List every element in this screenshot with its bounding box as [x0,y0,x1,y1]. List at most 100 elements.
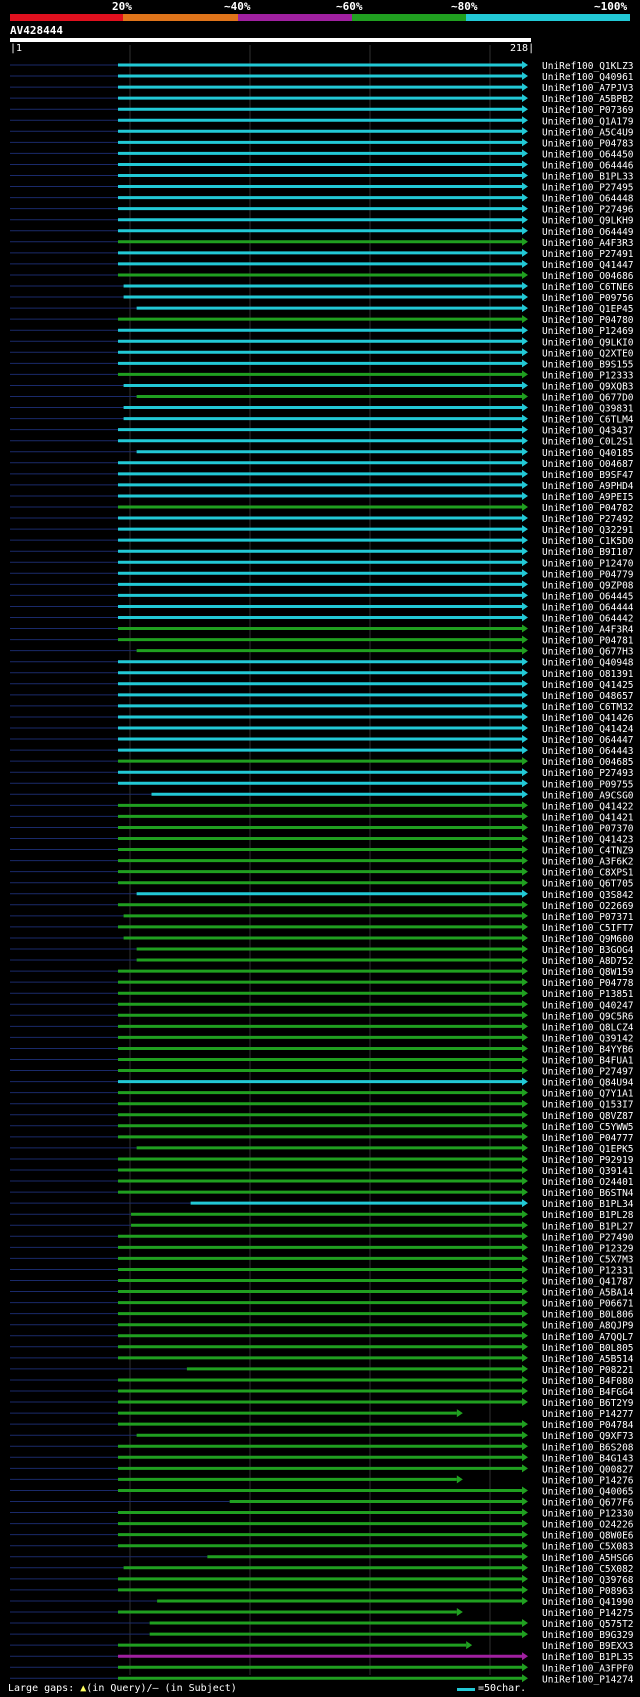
hit-row: UniRef100_P04782 [10,503,634,514]
hit-arrow [522,1166,528,1174]
hit-arrow [522,834,528,843]
hit-row: UniRef100_O64445 [10,591,634,602]
hit-row: UniRef100_A7QQL7 [10,1331,634,1343]
hit-label: UniRef100_O04685 [542,757,634,768]
hit-label: UniRef100_Q1EPK5 [542,1144,634,1155]
hit-row: UniRef100_P27496 [10,204,634,216]
hit-row: UniRef100_Q39768 [10,1574,634,1586]
hit-row: UniRef100_P09756 [10,293,634,304]
hit-arrow [522,1210,528,1219]
hit-arrow [522,315,528,324]
hit-row: UniRef100_P12469 [10,326,634,337]
hit-label: UniRef100_O64448 [542,194,634,205]
hit-label: UniRef100_A3F6K2 [542,857,634,868]
hit-label: UniRef100_Q41422 [542,801,634,812]
hit-arrow [522,1519,528,1528]
hit-label: UniRef100_Q9LKI0 [542,337,634,348]
hit-row: UniRef100_P12470 [10,558,634,569]
hit-arrow [522,1188,528,1197]
hit-label: UniRef100_P14274 [542,1674,634,1685]
hit-row: UniRef100_O04685 [10,757,634,768]
hit-arrow [522,1320,528,1329]
hit-arrow [522,823,528,832]
hit-arrow [522,1596,528,1605]
hit-row: UniRef100_P04784 [10,1420,634,1431]
hit-row: UniRef100_C8XPS1 [10,867,634,879]
hit-arrow [522,679,528,688]
hit-label: UniRef100_B4FGG4 [542,1387,634,1398]
hit-row: UniRef100_O81391 [10,668,634,680]
hit-label: UniRef100_P04778 [542,978,634,989]
hit-row: UniRef100_P27490 [10,1232,634,1243]
hit-label: UniRef100_O04686 [542,271,634,282]
hit-arrow [522,1287,528,1296]
hit-arrow [522,967,528,976]
hit-arrow [522,1541,528,1550]
hit-arrow [522,945,528,953]
hit-label: UniRef100_O64445 [542,591,634,602]
hit-label: UniRef100_Q40065 [542,1486,634,1497]
hit-arrow [522,1132,528,1141]
hit-row: UniRef100_Q9XQB3 [10,381,634,392]
hit-label: UniRef100_P04782 [542,503,634,514]
hit-arrow [522,160,528,169]
hit-row: UniRef100_Q1KLZ3 [10,61,634,72]
hit-label: UniRef100_B4FUA1 [542,1056,634,1067]
hit-arrow [522,768,528,777]
hit-label: UniRef100_P27490 [542,1232,634,1243]
hit-arrow [522,381,528,390]
hit-label: UniRef100_B4F080 [542,1376,634,1387]
hit-arrow [522,204,528,213]
hit-arrow [522,1099,528,1108]
hit-arrow [522,116,528,125]
hit-label: UniRef100_Q9ZP08 [542,580,634,591]
hit-row: UniRef100_A5HSG6 [10,1552,634,1564]
hit-label: UniRef100_Q39768 [542,1575,634,1586]
hit-row: UniRef100_Q41424 [10,724,634,735]
hit-row: UniRef100_B1PL33 [10,171,634,183]
hit-arrow [522,1033,528,1042]
hit-row: UniRef100_B9G329 [10,1630,634,1641]
hit-row: UniRef100_A8D752 [10,956,634,967]
hit-row: UniRef100_B4YYB6 [10,1044,634,1055]
hit-label: UniRef100_P12329 [542,1243,634,1254]
hit-label: UniRef100_Q41426 [542,713,634,724]
hit-row: UniRef100_Q41422 [10,801,634,812]
hit-row: UniRef100_A5BA14 [10,1287,634,1299]
hit-label: UniRef100_P14277 [542,1409,634,1420]
hit-label: UniRef100_P27491 [542,249,634,260]
hit-arrow [522,1630,528,1639]
hit-arrow [522,282,528,290]
hit-row: UniRef100_B1PL27 [10,1221,634,1232]
hit-row: UniRef100_Q6T705 [10,878,634,890]
hit-label: UniRef100_A4F3R4 [542,625,634,636]
hit-label: UniRef100_Q39142 [542,1033,634,1044]
hit-arrow [522,602,528,611]
hit-label: UniRef100_A8D752 [542,956,634,967]
hit-label: UniRef100_P04780 [542,315,634,326]
hit-label: UniRef100_O24401 [542,1177,634,1188]
hit-label: UniRef100_P12470 [542,558,634,569]
hit-row: UniRef100_Q7Y1A1 [10,1088,634,1100]
hit-row: UniRef100_Q9C5R6 [10,1011,634,1022]
hit-row: UniRef100_B1PL28 [10,1210,634,1221]
hit-row: UniRef100_B6STN4 [10,1188,634,1199]
hit-arrow [522,1309,528,1318]
hit-row: UniRef100_P14276 [10,1475,634,1486]
hit-row: UniRef100_O64447 [10,735,634,746]
hit-label: UniRef100_A5C4U9 [542,127,634,138]
hit-arrow [522,1387,528,1395]
hit-row: UniRef100_B0L806 [10,1309,634,1321]
hit-row: UniRef100_P04777 [10,1132,634,1144]
hit-row: UniRef100_P04780 [10,315,634,326]
hit-row: UniRef100_P07370 [10,823,634,834]
hit-arrow [522,215,528,224]
hit-label: UniRef100_P07369 [542,105,634,116]
hit-label: UniRef100_Q00827 [542,1464,634,1475]
hit-arrow [522,989,528,998]
hit-row: UniRef100_O64446 [10,160,634,171]
hit-row: UniRef100_Q9LKH9 [10,215,634,227]
hit-row: UniRef100_Q9ZP08 [10,580,634,591]
hit-arrow [522,525,528,534]
hit-label: UniRef100_O24226 [542,1520,634,1531]
